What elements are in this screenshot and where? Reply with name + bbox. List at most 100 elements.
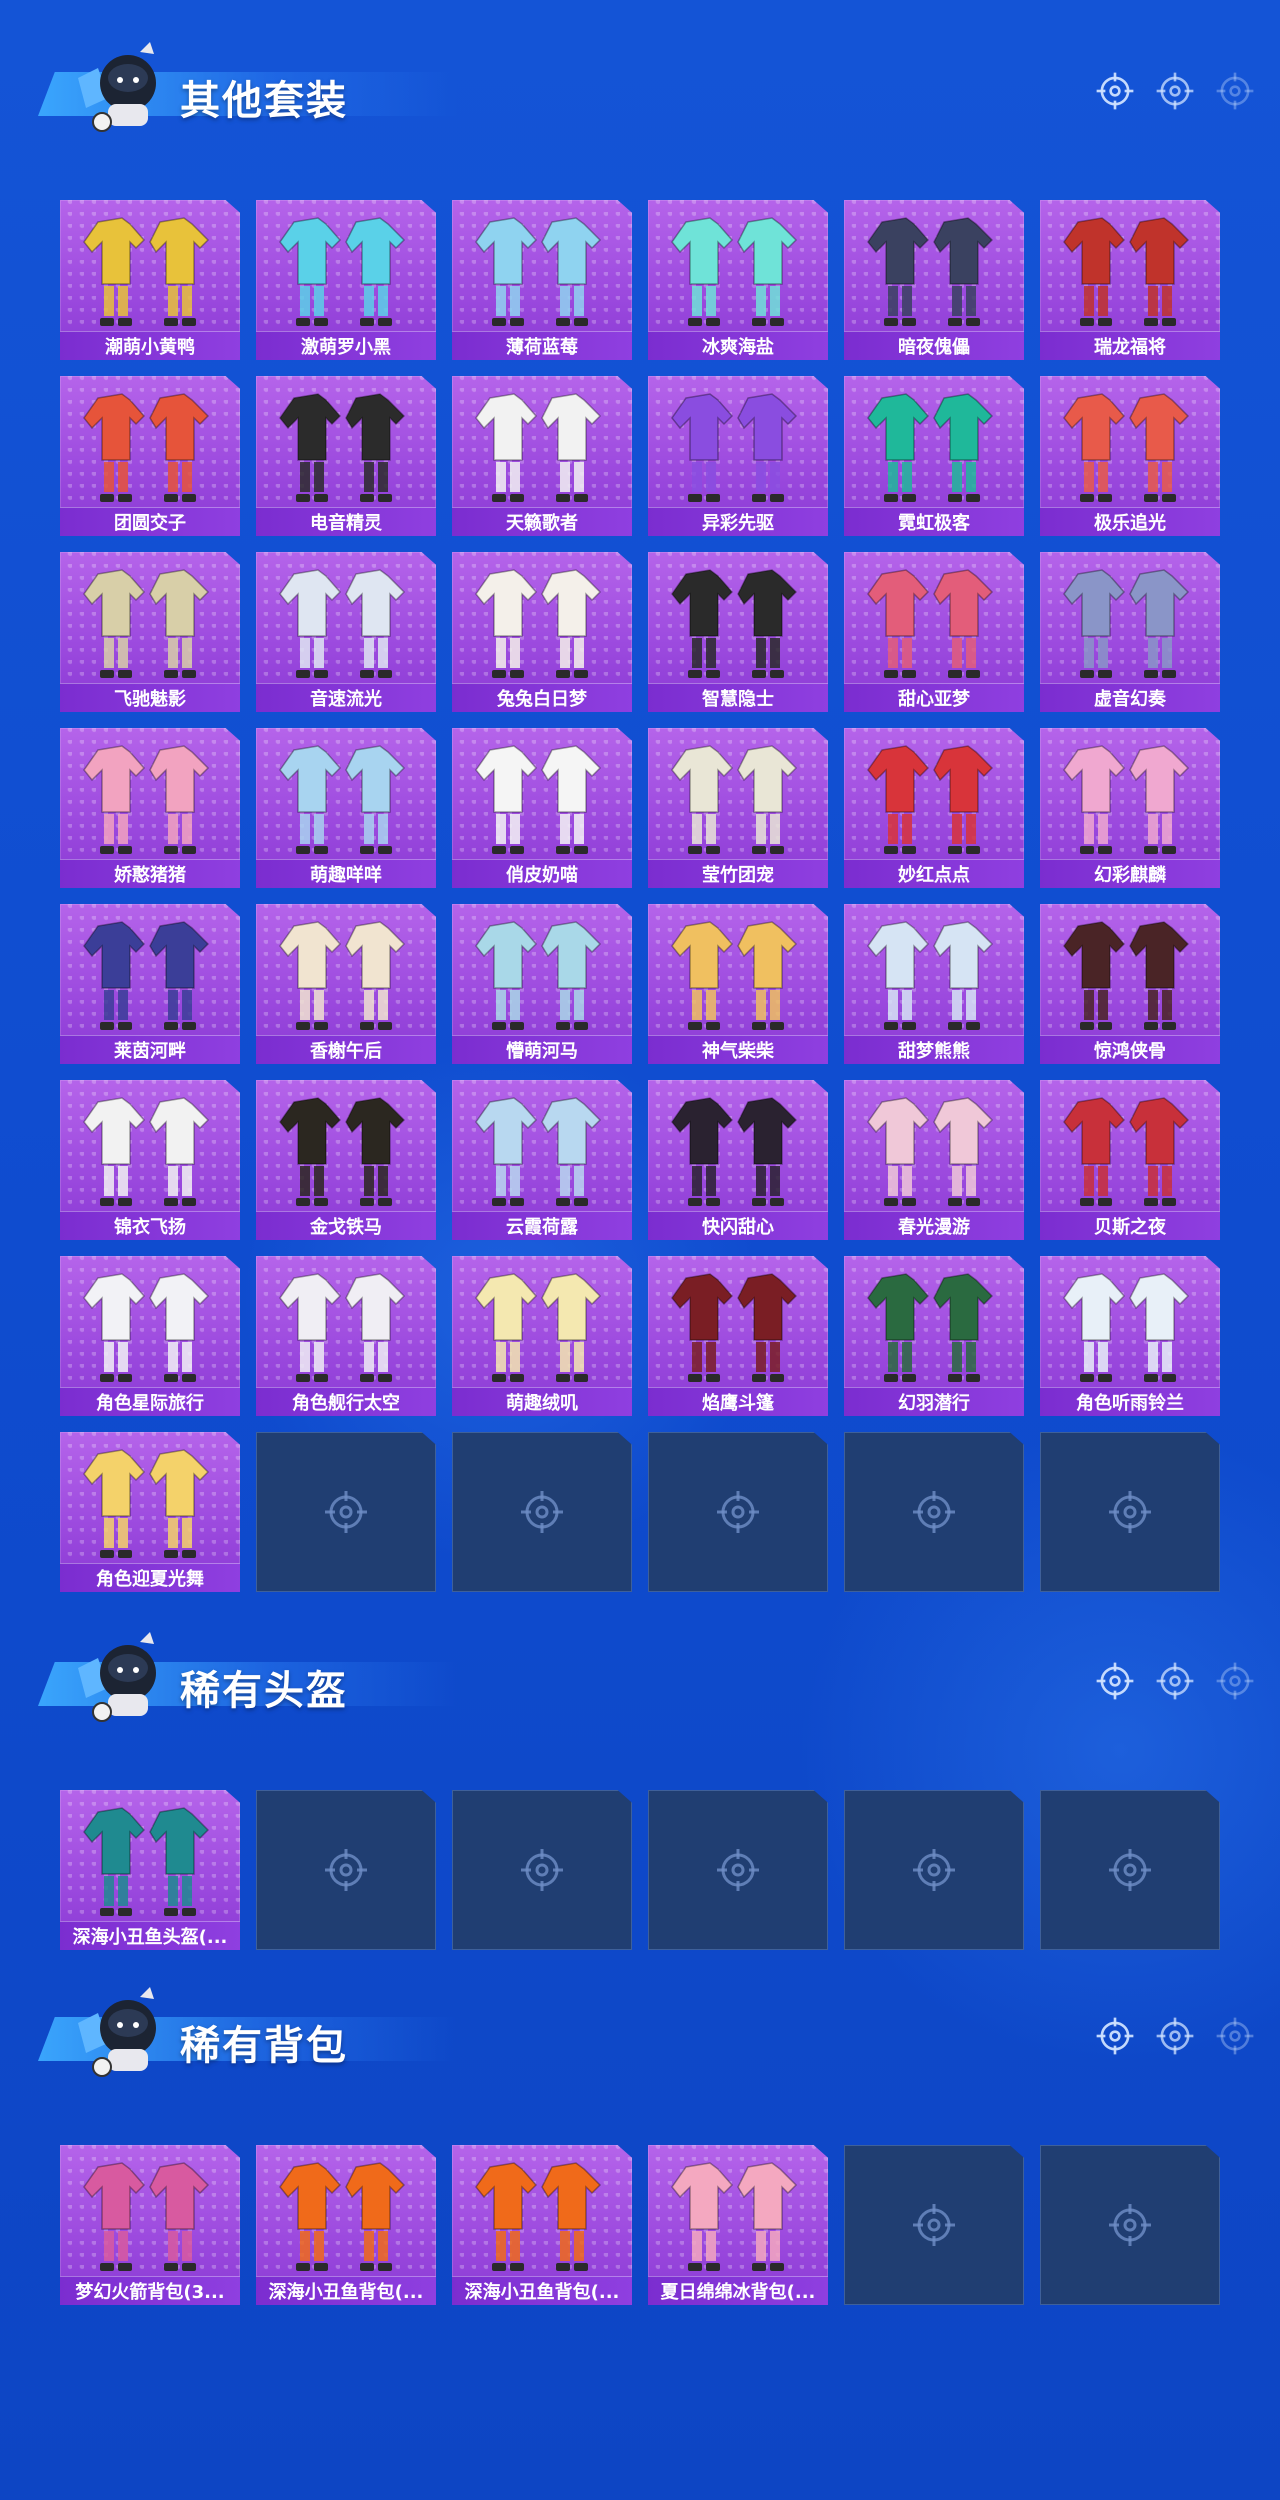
item-card[interactable]: 角色听雨铃兰 (1040, 1256, 1220, 1416)
item-card[interactable]: 神气柴柴 (648, 904, 828, 1064)
crosshair-icon (1214, 70, 1256, 112)
item-label: 激萌罗小黑 (301, 337, 391, 358)
item-grid: 深海小丑鱼头盔(... (60, 1790, 1220, 1950)
item-card[interactable]: 薄荷蓝莓 (452, 200, 632, 360)
crosshair-icon (1106, 1846, 1154, 1894)
item-card[interactable]: 冰爽海盐 (648, 200, 828, 360)
item-card[interactable]: 角色舰行太空 (256, 1256, 436, 1416)
item-card[interactable]: 贝斯之夜 (1040, 1080, 1220, 1240)
item-card[interactable]: 角色迎夏光舞 (60, 1432, 240, 1592)
item-card[interactable]: 虚音幻奏 (1040, 552, 1220, 712)
item-card[interactable]: 甜心亚梦 (844, 552, 1024, 712)
mascot-icon (68, 1628, 178, 1728)
item-image (60, 1084, 240, 1210)
empty-slot (1040, 2145, 1220, 2305)
item-card[interactable]: 音速流光 (256, 552, 436, 712)
item-label-bar: 角色星际旅行 (60, 1387, 240, 1416)
item-image (60, 1794, 240, 1920)
item-card[interactable]: 智慧隐士 (648, 552, 828, 712)
item-card[interactable]: 潮萌小黄鸭 (60, 200, 240, 360)
item-label-bar: 锦衣飞扬 (60, 1211, 240, 1240)
item-image (452, 732, 632, 858)
item-card[interactable]: 懵萌河马 (452, 904, 632, 1064)
item-card[interactable]: 深海小丑鱼头盔(... (60, 1790, 240, 1950)
item-card[interactable]: 萌趣咩咩 (256, 728, 436, 888)
item-card[interactable]: 锦衣飞扬 (60, 1080, 240, 1240)
item-label-bar: 极乐追光 (1040, 507, 1220, 536)
item-label-bar: 深海小丑鱼头盔(... (60, 1921, 240, 1950)
empty-slot (256, 1432, 436, 1592)
item-card[interactable]: 梦幻火箭背包(3... (60, 2145, 240, 2305)
crosshair-icon (1106, 2201, 1154, 2249)
header-decor-icons (1094, 70, 1256, 112)
crosshair-icon (1094, 2015, 1136, 2057)
item-card[interactable]: 霓虹极客 (844, 376, 1024, 536)
item-label-bar: 春光漫游 (844, 1211, 1024, 1240)
item-card[interactable]: 角色星际旅行 (60, 1256, 240, 1416)
item-card[interactable]: 金戈铁马 (256, 1080, 436, 1240)
item-label-bar: 香榭午后 (256, 1035, 436, 1064)
item-card[interactable]: 妙红点点 (844, 728, 1024, 888)
item-image (648, 2149, 828, 2275)
item-card[interactable]: 萌趣绒叽 (452, 1256, 632, 1416)
crosshair-icon (322, 1488, 370, 1536)
item-card[interactable]: 极乐追光 (1040, 376, 1220, 536)
item-card[interactable]: 幻彩麒麟 (1040, 728, 1220, 888)
item-image (648, 1260, 828, 1386)
item-card[interactable]: 激萌罗小黑 (256, 200, 436, 360)
item-card[interactable]: 甜梦熊熊 (844, 904, 1024, 1064)
item-card[interactable]: 莹竹团宠 (648, 728, 828, 888)
item-card[interactable]: 天籁歌者 (452, 376, 632, 536)
item-card[interactable]: 深海小丑鱼背包(... (452, 2145, 632, 2305)
item-label-bar: 梦幻火箭背包(3... (60, 2276, 240, 2305)
item-card[interactable]: 香榭午后 (256, 904, 436, 1064)
item-label-bar: 惊鸿侠骨 (1040, 1035, 1220, 1064)
item-label-bar: 角色舰行太空 (256, 1387, 436, 1416)
item-label: 幻羽潜行 (898, 1393, 970, 1414)
item-label-bar: 激萌罗小黑 (256, 331, 436, 360)
item-card[interactable]: 娇憨猪猪 (60, 728, 240, 888)
item-card[interactable]: 焰鹰斗篷 (648, 1256, 828, 1416)
item-image (60, 908, 240, 1034)
item-label-bar: 霓虹极客 (844, 507, 1024, 536)
item-card[interactable]: 快闪甜心 (648, 1080, 828, 1240)
item-image (648, 380, 828, 506)
item-card[interactable]: 异彩先驱 (648, 376, 828, 536)
item-card[interactable]: 云霞荷露 (452, 1080, 632, 1240)
item-label: 梦幻火箭背包(3... (75, 2282, 225, 2303)
item-label: 角色星际旅行 (96, 1393, 204, 1414)
item-card[interactable]: 兔兔白日梦 (452, 552, 632, 712)
item-image (256, 1084, 436, 1210)
item-card[interactable]: 深海小丑鱼背包(... (256, 2145, 436, 2305)
item-card[interactable]: 飞驰魅影 (60, 552, 240, 712)
item-card[interactable]: 惊鸿侠骨 (1040, 904, 1220, 1064)
item-label-bar: 甜梦熊熊 (844, 1035, 1024, 1064)
item-image (1040, 380, 1220, 506)
item-card[interactable]: 夏日绵绵冰背包(... (648, 2145, 828, 2305)
item-card[interactable]: 幻羽潜行 (844, 1256, 1024, 1416)
item-image (648, 908, 828, 1034)
crosshair-icon (714, 1488, 762, 1536)
empty-slot (1040, 1432, 1220, 1592)
crosshair-icon (1154, 1660, 1196, 1702)
item-label: 霓虹极客 (898, 513, 970, 534)
empty-slot (648, 1790, 828, 1950)
item-card[interactable]: 莱茵河畔 (60, 904, 240, 1064)
item-label: 深海小丑鱼背包(... (464, 2282, 620, 2303)
item-card[interactable]: 俏皮奶喵 (452, 728, 632, 888)
item-card[interactable]: 电音精灵 (256, 376, 436, 536)
item-card[interactable]: 暗夜傀儡 (844, 200, 1024, 360)
item-label: 兔兔白日梦 (497, 689, 587, 710)
item-label-bar: 天籁歌者 (452, 507, 632, 536)
item-card[interactable]: 团圆交子 (60, 376, 240, 536)
item-image (256, 556, 436, 682)
item-label: 夏日绵绵冰背包(... (660, 2282, 816, 2303)
item-label-bar: 贝斯之夜 (1040, 1211, 1220, 1240)
item-card[interactable]: 瑞龙福将 (1040, 200, 1220, 360)
crosshair-icon (910, 1488, 958, 1536)
item-label-bar: 音速流光 (256, 683, 436, 712)
item-label-bar: 角色迎夏光舞 (60, 1563, 240, 1592)
empty-slot (844, 1790, 1024, 1950)
item-card[interactable]: 春光漫游 (844, 1080, 1024, 1240)
item-image (452, 1084, 632, 1210)
